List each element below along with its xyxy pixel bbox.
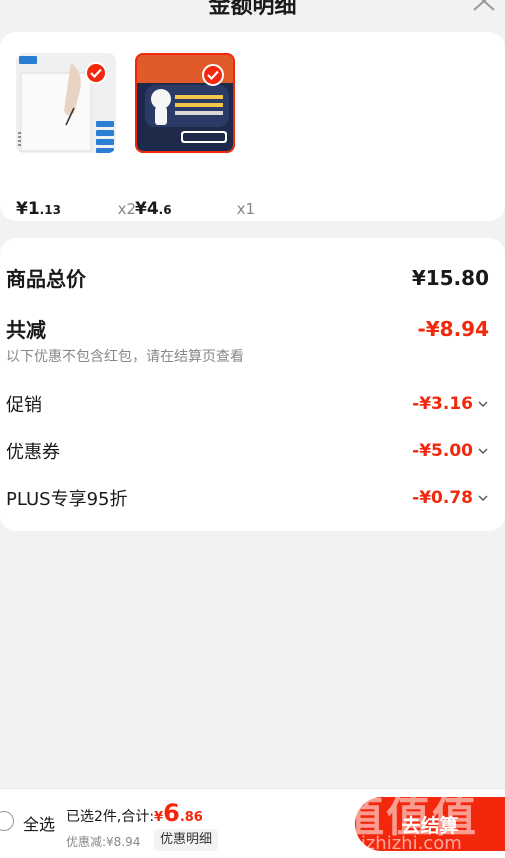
total-label: 商品总价	[6, 267, 86, 291]
checkout-button[interactable]: 去结算	[355, 797, 505, 851]
price-dec: .13	[39, 203, 61, 217]
discount-value[interactable]: -¥0.78	[412, 488, 489, 508]
title-bar: 金额明细	[0, 0, 505, 20]
discount-note: 以下优惠不包含红包，请在结算页查看	[6, 349, 244, 365]
reduce-row: 共减 -¥8.94	[6, 314, 489, 343]
discount-amount: -¥5.00	[412, 441, 473, 461]
selected-check[interactable]	[202, 64, 224, 86]
product-thumbnail[interactable]	[16, 53, 116, 153]
discount-row-coupon[interactable]: 优惠券 -¥5.00	[6, 438, 489, 464]
total-row: 商品总价 ¥15.80	[6, 263, 489, 292]
product-qty: x2	[117, 200, 136, 218]
price-dec: .6	[158, 203, 172, 217]
check-icon	[90, 68, 102, 78]
reduce-value: -¥8.94	[417, 316, 489, 341]
discount-amount: -¥3.16	[412, 394, 473, 414]
select-all-label[interactable]: 全选	[23, 811, 55, 835]
products-card: ¥1.13 x2 ¥4.6 x1	[0, 32, 505, 221]
product-item[interactable]: ¥1.13 x2	[16, 53, 136, 219]
product-thumbnail[interactable]	[135, 53, 235, 153]
total-dec: .86	[179, 810, 203, 825]
product-item[interactable]: ¥4.6 x1	[135, 53, 255, 219]
check-icon	[207, 70, 219, 80]
discount-detail-button[interactable]: 优惠明细	[154, 829, 219, 851]
product-price: ¥4.6	[135, 199, 172, 219]
discount-label: PLUS专享95折	[6, 489, 128, 510]
chevron-down-icon	[478, 495, 488, 501]
product-price: ¥1.13	[16, 199, 61, 219]
selected-prefix: 已选2件,合计:	[66, 809, 155, 825]
discount-amount: -¥0.78	[412, 488, 473, 508]
chevron-down-icon	[478, 401, 488, 407]
product-qty: x1	[236, 200, 255, 218]
discount-label: 促销	[6, 395, 42, 416]
discount-value[interactable]: -¥3.16	[412, 394, 489, 414]
price-int: ¥4	[135, 199, 159, 219]
select-all-radio[interactable]	[0, 811, 14, 831]
total-int: 6	[163, 799, 180, 827]
price-int: ¥1	[16, 199, 40, 219]
discount-row-promo[interactable]: 促销 -¥3.16	[6, 391, 489, 417]
close-button[interactable]	[471, 0, 497, 16]
page-title: 金额明细	[208, 0, 297, 19]
discount-summary: 优惠减:¥8.94	[66, 835, 141, 849]
discount-row-plus[interactable]: PLUS专享95折 -¥0.78	[6, 485, 489, 511]
chevron-down-icon	[478, 448, 488, 454]
discount-value[interactable]: -¥5.00	[412, 441, 489, 461]
reduce-label: 共减	[6, 318, 46, 342]
close-icon	[473, 0, 495, 11]
total-yen: ¥	[154, 810, 164, 825]
total-price: ¥ 6 .86	[154, 799, 203, 827]
discount-label: 优惠券	[6, 442, 60, 463]
selected-check[interactable]	[85, 62, 107, 84]
selected-summary: 已选2件,合计: ¥ 6 .86	[66, 799, 203, 827]
bottom-bar: 全选 已选2件,合计: ¥ 6 .86 优惠减:¥8.94 优惠明细 去结算	[0, 788, 505, 858]
total-value: ¥15.80	[411, 265, 489, 290]
summary-card: 商品总价 ¥15.80 共减 -¥8.94 以下优惠不包含红包，请在结算页查看 …	[0, 238, 505, 531]
